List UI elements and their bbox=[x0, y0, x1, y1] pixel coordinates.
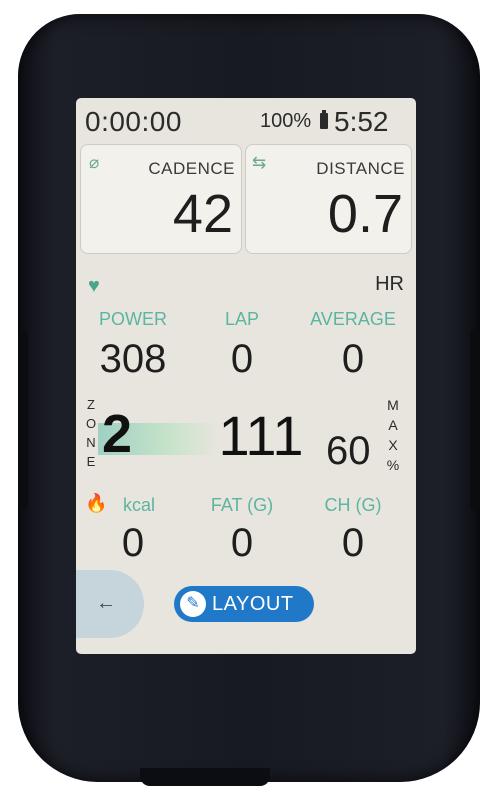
cadence-label: CADENCE bbox=[148, 159, 235, 178]
fat-value: 0 bbox=[230, 521, 254, 565]
cadence-tile[interactable]: ⌀ CADENCE 42 bbox=[80, 144, 242, 254]
zone-letter: O bbox=[85, 416, 97, 431]
kcal-label: kcal bbox=[122, 495, 155, 515]
distance-label: DISTANCE bbox=[316, 159, 405, 178]
carbs-value: 0 bbox=[341, 521, 365, 565]
distance-value: 0.7 bbox=[327, 184, 403, 244]
max-letter: A bbox=[388, 417, 398, 433]
max-letter: X bbox=[388, 437, 398, 453]
back-arrow-icon: ← bbox=[96, 592, 116, 614]
zone-label: ZONE bbox=[84, 395, 98, 471]
fat-label: FAT (G) bbox=[210, 495, 274, 515]
layout-label: LAYOUT bbox=[212, 593, 294, 615]
heart-icon: ♥ bbox=[88, 275, 100, 297]
cadence-icon: ⌀ bbox=[89, 153, 100, 172]
kcal-value: 0 bbox=[121, 521, 145, 565]
layout-button[interactable]: ✎ LAYOUT bbox=[174, 586, 314, 622]
back-button[interactable]: ← bbox=[76, 570, 144, 638]
lap-label: LAP bbox=[224, 309, 260, 329]
pencil-icon: ✎ bbox=[180, 591, 206, 617]
max-letter: % bbox=[386, 457, 400, 473]
zone-letter: E bbox=[86, 454, 96, 469]
zone-letter: N bbox=[86, 435, 96, 450]
zone-letter: Z bbox=[87, 397, 95, 412]
max-percent-label: M A X% bbox=[385, 395, 401, 475]
power-label: POWER bbox=[98, 309, 167, 329]
battery-icon bbox=[320, 110, 328, 129]
average-label: AVERAGE bbox=[310, 309, 396, 329]
hr-label: HR bbox=[375, 273, 404, 295]
lap-value: 0 bbox=[230, 337, 254, 381]
average-value: 0 bbox=[341, 337, 365, 381]
screen: 0:00:00 100% 5:52 ⌀ CADENCE 42 ⇆ DISTANC… bbox=[76, 98, 416, 654]
side-button-left[interactable] bbox=[18, 330, 28, 510]
distance-tile[interactable]: ⇆ DISTANCE 0.7 bbox=[245, 144, 412, 254]
route-icon: ⇆ bbox=[252, 153, 267, 172]
carbs-label: CH (G) bbox=[324, 495, 382, 515]
zone-value: 2 bbox=[102, 404, 133, 464]
clock: 5:52 bbox=[334, 106, 389, 137]
max-letter: M bbox=[387, 397, 399, 413]
power-value: 308 bbox=[99, 337, 167, 381]
battery-percent: 100% bbox=[260, 110, 312, 132]
cable-port bbox=[140, 768, 270, 786]
side-button-right[interactable] bbox=[470, 330, 480, 510]
cadence-value: 42 bbox=[172, 184, 233, 244]
heart-rate-value: 111 bbox=[218, 404, 304, 467]
status-bar: 0:00:00 100% 5:52 bbox=[76, 98, 416, 146]
ride-timer: 0:00:00 bbox=[85, 106, 182, 137]
max-percent-value: 60 bbox=[326, 429, 371, 473]
hr-panel[interactable]: ♥ HR POWER LAP AVERAGE 308 0 0 ZONE 2 11… bbox=[76, 263, 416, 583]
